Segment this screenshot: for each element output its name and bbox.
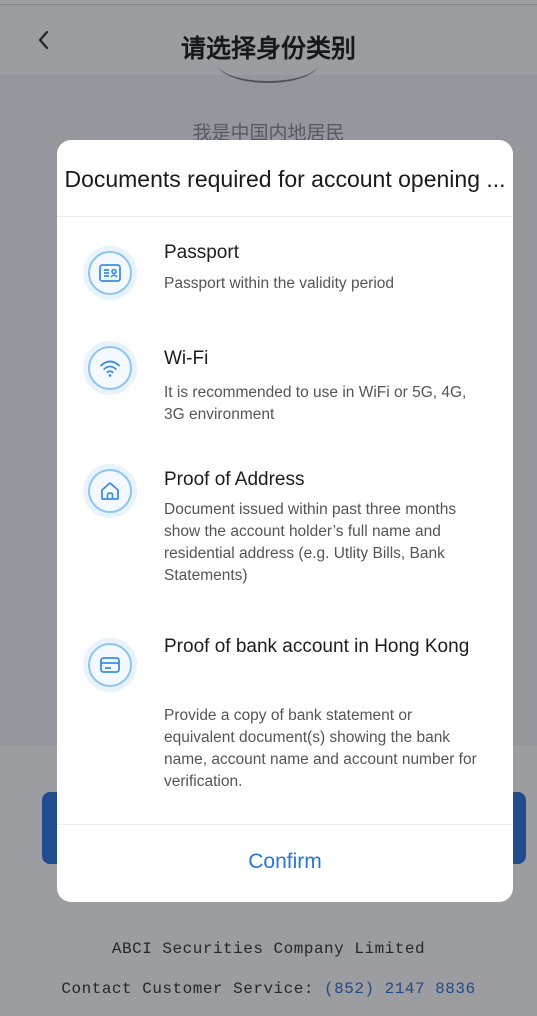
item-description: Provide a copy of bank statement or equi… — [164, 707, 477, 790]
confirm-button[interactable]: Confirm — [57, 840, 513, 884]
divider — [57, 824, 513, 825]
item-title: Proof of Address — [164, 469, 305, 490]
list-item-proof-of-bank-account: Proof of bank account in Hong Kong Provi… — [57, 630, 513, 810]
list-item-proof-of-address: Proof of Address Document issued within … — [57, 463, 513, 613]
bank-card-icon — [83, 638, 137, 692]
item-description: Passport within the validity period — [164, 275, 395, 292]
passport-icon — [83, 246, 137, 300]
dialog-title: Documents required for account opening .… — [64, 166, 506, 192]
divider — [57, 216, 513, 217]
list-item-wifi: Wi-Fi It is recommended to use in WiFi o… — [57, 341, 513, 451]
item-description: Document issued within past three months… — [164, 501, 457, 584]
home-icon — [83, 464, 137, 518]
item-title: Proof of bank account in Hong Kong — [164, 636, 470, 657]
list-item-passport: Passport Passport within the validity pe… — [57, 236, 513, 336]
item-description: It is recommended to use in WiFi or 5G, … — [164, 384, 467, 423]
documents-dialog: Documents required for account opening .… — [57, 140, 513, 902]
wifi-icon — [83, 341, 137, 395]
item-title: Wi-Fi — [164, 348, 209, 369]
item-title: Passport — [164, 242, 239, 263]
